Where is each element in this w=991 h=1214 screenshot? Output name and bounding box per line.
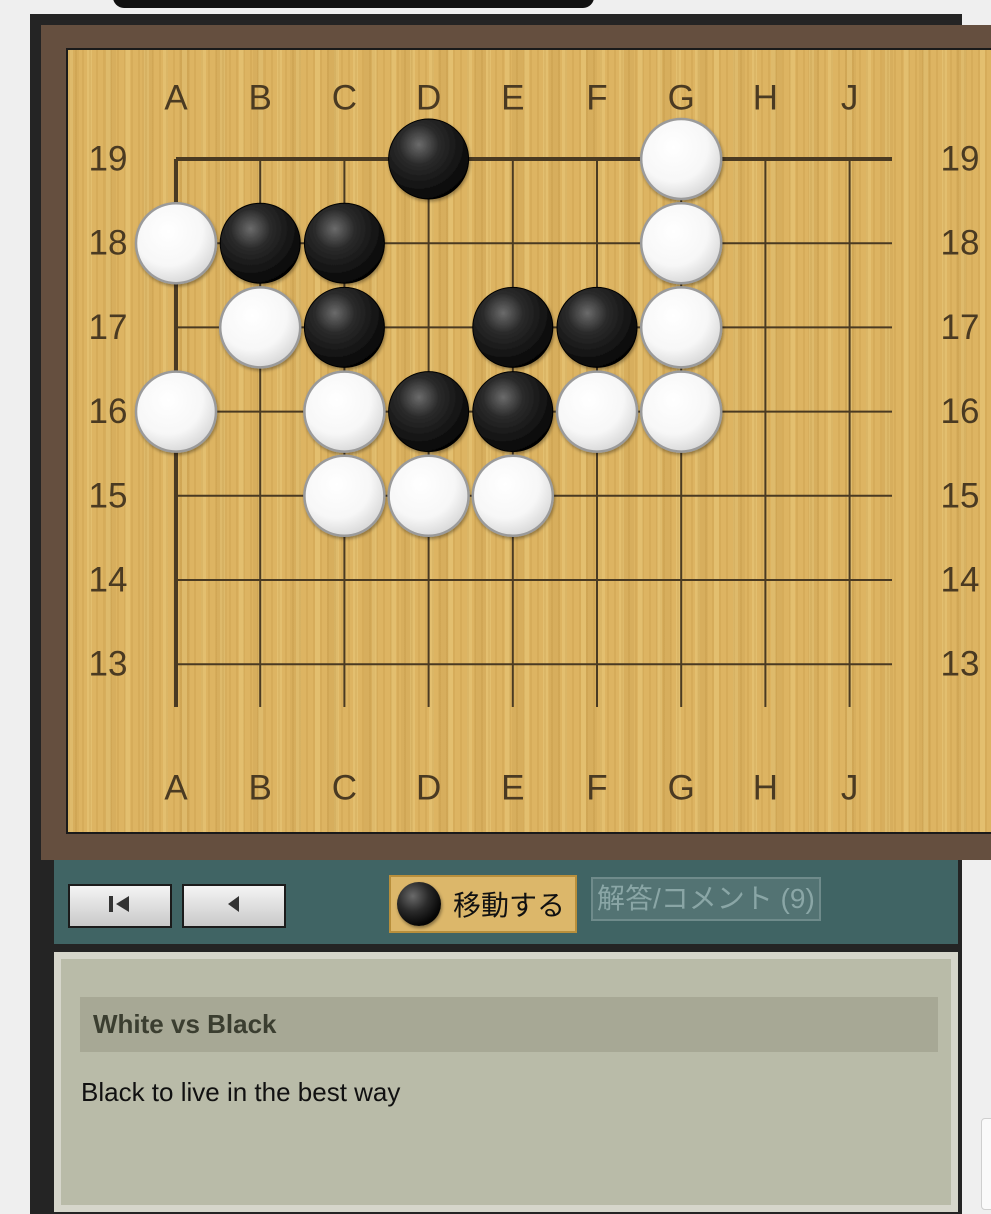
- right-row-label-14: 14: [941, 561, 980, 600]
- left-row-label-13: 13: [89, 645, 128, 684]
- bottom-col-label-G: G: [668, 769, 695, 808]
- right-row-label-19: 19: [941, 140, 980, 179]
- black-stone-E17: [472, 286, 554, 368]
- left-row-label-19: 19: [89, 140, 128, 179]
- top-col-label-D: D: [416, 79, 441, 118]
- white-stone-G18: [639, 201, 723, 285]
- bottom-col-label-A: A: [164, 769, 188, 808]
- scroll-handle[interactable]: [981, 1118, 991, 1210]
- white-stone-B17: [218, 286, 302, 369]
- left-row-label-15: 15: [89, 476, 128, 515]
- previous-move-button[interactable]: [182, 884, 286, 928]
- right-row-label-13: 13: [941, 645, 980, 684]
- right-row-label-15: 15: [941, 476, 980, 515]
- go-board[interactable]: A A B B C C D D E E F F G G H H J J 19 19 18 18 17 17 16 16 15 15 14…: [66, 48, 991, 834]
- answer-comment-button[interactable]: 解答/コメント (9): [591, 877, 821, 921]
- problem-info-panel: White vs Black Black to live in the best…: [54, 952, 958, 1212]
- top-col-label-J: J: [841, 79, 859, 118]
- bottom-col-label-C: C: [332, 769, 357, 808]
- white-stone-E15: [471, 454, 555, 538]
- step-back-icon: [223, 893, 245, 920]
- black-stone-C17: [303, 286, 385, 368]
- black-stone-E16: [472, 371, 554, 453]
- move-button[interactable]: 移動する: [389, 875, 577, 933]
- top-col-label-A: A: [164, 79, 188, 118]
- top-col-label-G: G: [668, 79, 695, 118]
- problem-title: White vs Black: [80, 997, 938, 1052]
- left-row-label-17: 17: [89, 308, 128, 347]
- skip-to-start-icon: [105, 893, 135, 920]
- board-svg[interactable]: A A B B C C D D E E F F G G H H J J 19 19 18 18 17 17 16 16 15 15 14…: [68, 50, 991, 832]
- right-row-label-18: 18: [941, 224, 980, 263]
- top-col-label-C: C: [332, 79, 357, 118]
- top-col-label-F: F: [586, 79, 607, 118]
- right-row-label-17: 17: [941, 308, 980, 347]
- black-stone-D19: [388, 118, 470, 200]
- white-stone-A18: [134, 201, 218, 285]
- top-col-label-E: E: [501, 79, 524, 118]
- bottom-col-label-B: B: [249, 769, 272, 808]
- bottom-col-label-E: E: [501, 769, 524, 808]
- black-stone-C18: [303, 202, 385, 284]
- white-stone-G16: [639, 370, 723, 453]
- bottom-col-label-F: F: [586, 769, 607, 808]
- white-stone-G19: [639, 117, 723, 201]
- left-row-label-14: 14: [89, 561, 128, 600]
- left-row-label-18: 18: [89, 224, 128, 263]
- white-stone-C15: [303, 454, 386, 538]
- bottom-col-label-J: J: [841, 769, 859, 808]
- white-stone-F16: [555, 370, 639, 453]
- first-move-button[interactable]: [68, 884, 172, 928]
- bottom-col-label-D: D: [416, 769, 441, 808]
- black-stone-B18: [219, 202, 301, 284]
- black-stone-F17: [556, 286, 638, 368]
- right-row-label-16: 16: [941, 392, 980, 431]
- white-stone-C16: [303, 370, 386, 453]
- black-stone-icon: [397, 882, 441, 926]
- bottom-col-label-H: H: [753, 769, 778, 808]
- white-stone-A16: [134, 370, 218, 453]
- top-notch-bar: [113, 0, 594, 8]
- white-stone-D15: [387, 454, 470, 538]
- control-bar: 移動する 解答/コメント (9): [54, 860, 958, 944]
- white-stone-G17: [639, 286, 723, 369]
- problem-description: Black to live in the best way: [81, 1077, 401, 1107]
- top-col-label-B: B: [249, 79, 272, 118]
- black-stone-D16: [388, 371, 470, 453]
- move-button-label: 移動する: [453, 890, 566, 921]
- left-row-label-16: 16: [89, 392, 128, 431]
- top-col-label-H: H: [753, 79, 778, 118]
